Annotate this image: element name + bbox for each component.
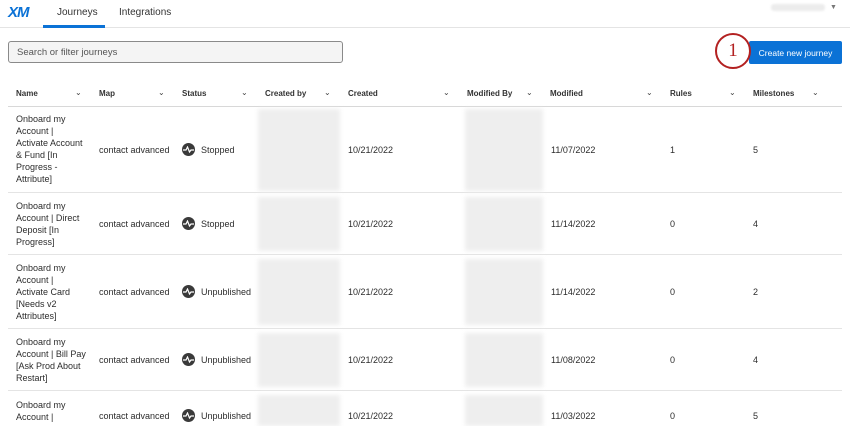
- rules-count: 0: [670, 355, 676, 365]
- rules-count: 0: [670, 411, 676, 421]
- column-header-created-by[interactable]: Created by: [265, 89, 306, 98]
- pulse-icon: [182, 409, 195, 422]
- journey-name[interactable]: Onboard my Account | Activate Card [Needs v…: [16, 262, 88, 322]
- modified-date: 11/03/2022: [551, 411, 596, 421]
- journey-name[interactable]: Onboard my Account | Direct Deposit [In Pro…: [16, 200, 88, 248]
- milestones-count: 4: [753, 355, 759, 365]
- chevron-down-icon[interactable]: ⌄: [158, 88, 165, 97]
- status-text: Unpublished: [201, 411, 252, 421]
- chevron-down-icon[interactable]: ⌄: [443, 88, 450, 97]
- column-header-status[interactable]: Status: [182, 89, 206, 98]
- modified-date: 11/14/2022: [551, 219, 596, 229]
- milestones-count: 5: [753, 411, 759, 421]
- status-text: Unpublished: [201, 287, 252, 297]
- chevron-down-icon[interactable]: ⌄: [646, 88, 653, 97]
- table-row[interactable]: Onboard my Account | Direct Deposit [In Pro…: [8, 193, 842, 255]
- rules-count: 0: [670, 219, 676, 229]
- modified-by-redacted: [465, 259, 543, 325]
- created-by-redacted: [258, 395, 340, 426]
- created-date: 10/21/2022: [348, 145, 394, 155]
- modified-by-redacted: [465, 109, 543, 191]
- column-header-modified-by[interactable]: Modified By: [467, 89, 512, 98]
- created-by-redacted: [258, 333, 340, 387]
- created-by-redacted: [258, 109, 340, 191]
- created-date: 10/21/2022: [348, 355, 394, 365]
- journey-name[interactable]: Onboard my Account |: [16, 399, 88, 423]
- map-cell: contact advanced: [99, 411, 170, 421]
- column-header-map[interactable]: Map: [99, 89, 115, 98]
- table-row[interactable]: Onboard my Account | contact advanced Unp…: [8, 391, 842, 426]
- column-header-name[interactable]: Name: [16, 89, 38, 98]
- created-date: 10/21/2022: [348, 287, 394, 297]
- journey-name[interactable]: Onboard my Account | Bill Pay [Ask Prod Ab…: [16, 336, 88, 384]
- journey-name[interactable]: Onboard my Account | Activate Account & Fun…: [16, 113, 88, 185]
- chevron-down-icon[interactable]: ⌄: [812, 88, 819, 97]
- rules-count: 0: [670, 287, 676, 297]
- modified-by-redacted: [465, 395, 543, 426]
- rules-count: 1: [670, 145, 676, 155]
- modified-date: 11/08/2022: [551, 355, 596, 365]
- active-tab-indicator: [43, 25, 105, 28]
- create-new-journey-button[interactable]: Create new journey: [749, 41, 842, 64]
- chevron-down-icon[interactable]: ⌄: [729, 88, 736, 97]
- step-number-badge: 1: [715, 33, 751, 69]
- map-cell: contact advanced: [99, 145, 170, 155]
- map-cell: contact advanced: [99, 355, 170, 365]
- chevron-down-icon[interactable]: ⌄: [324, 88, 331, 97]
- milestones-count: 4: [753, 219, 759, 229]
- map-cell: contact advanced: [99, 287, 170, 297]
- user-menu[interactable]: [771, 4, 825, 11]
- modified-by-redacted: [465, 197, 543, 251]
- tab-integrations[interactable]: Integrations: [119, 7, 171, 18]
- milestones-count: 5: [753, 145, 759, 155]
- map-cell: contact advanced: [99, 219, 170, 229]
- created-date: 10/21/2022: [348, 219, 394, 229]
- pulse-icon: [182, 143, 195, 156]
- modified-date: 11/14/2022: [551, 287, 596, 297]
- search-input[interactable]: [8, 41, 343, 63]
- tab-journeys[interactable]: Journeys: [57, 7, 98, 18]
- table-row[interactable]: Onboard my Account | Bill Pay [Ask Prod Ab…: [8, 329, 842, 391]
- modified-date: 11/07/2022: [551, 145, 596, 155]
- milestones-count: 2: [753, 287, 759, 297]
- pulse-icon: [182, 217, 195, 230]
- created-by-redacted: [258, 197, 340, 251]
- table-row[interactable]: Onboard my Account | Activate Card [Needs v…: [8, 255, 842, 329]
- created-by-redacted: [258, 259, 340, 325]
- modified-by-redacted: [465, 333, 543, 387]
- column-header-milestones[interactable]: Milestones: [753, 89, 794, 98]
- column-header-modified[interactable]: Modified: [550, 89, 583, 98]
- created-date: 10/21/2022: [348, 411, 394, 421]
- status-text: Unpublished: [201, 355, 252, 365]
- column-header-rules[interactable]: Rules: [670, 89, 692, 98]
- status-text: Stopped: [201, 145, 235, 155]
- status-text: Stopped: [201, 219, 235, 229]
- chevron-down-icon[interactable]: ⌄: [75, 88, 82, 97]
- pulse-icon: [182, 285, 195, 298]
- column-header-created[interactable]: Created: [348, 89, 378, 98]
- chevron-down-icon[interactable]: ⌄: [526, 88, 533, 97]
- caret-down-icon[interactable]: ▼: [830, 4, 837, 11]
- top-nav: XM Journeys Integrations ▼: [0, 0, 850, 28]
- chevron-down-icon[interactable]: ⌄: [241, 88, 248, 97]
- pulse-icon: [182, 353, 195, 366]
- table-row[interactable]: Onboard my Account | Activate Account & Fun…: [8, 107, 842, 193]
- xm-logo[interactable]: XM: [8, 4, 29, 21]
